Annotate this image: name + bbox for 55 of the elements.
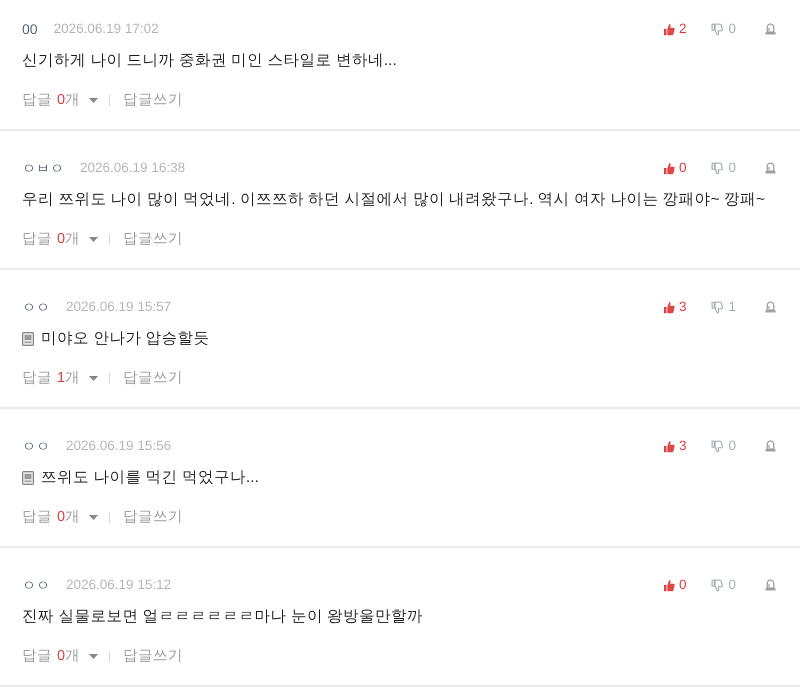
caret-down-icon bbox=[89, 654, 98, 658]
caret-down-icon bbox=[89, 98, 98, 102]
comment-author: ㅇㅇ bbox=[22, 437, 50, 455]
siren-icon[interactable] bbox=[765, 579, 776, 591]
like-button[interactable]: 3 bbox=[662, 298, 686, 316]
comment-author: 00 bbox=[22, 20, 38, 38]
write-reply-link[interactable]: 답글쓰기 bbox=[123, 369, 184, 387]
replies-toggle[interactable]: 답글 0개 bbox=[22, 508, 98, 526]
thumbs-down-icon bbox=[711, 300, 724, 314]
comment-text: 우리 쯔위도 나이 많이 먹었네. 이쯔쯔하 하던 시절에서 많이 내려왔구나. 역시 여자 나이는 깡패야~ 깡패~ bbox=[22, 190, 766, 210]
thumbs-up-icon bbox=[662, 440, 675, 452]
like-button[interactable]: 0 bbox=[662, 159, 686, 177]
write-reply-link[interactable]: 답글쓰기 bbox=[123, 647, 184, 665]
thumbs-down-icon bbox=[711, 22, 724, 36]
thumbs-up-icon bbox=[662, 162, 675, 174]
siren-icon[interactable] bbox=[765, 162, 776, 174]
comment-date: 2026.06.19 15:12 bbox=[66, 576, 172, 594]
siren-icon[interactable] bbox=[765, 23, 776, 35]
dislike-button[interactable]: 0 bbox=[711, 576, 736, 594]
thumbs-up-icon bbox=[662, 300, 675, 314]
comment-text: 쯔위도 나이를 먹긴 먹었구나... bbox=[41, 468, 259, 488]
comment-author: ㅇㅂㅇ bbox=[22, 159, 64, 177]
thumbs-up-icon bbox=[662, 578, 675, 592]
caret-down-icon bbox=[89, 376, 98, 380]
siren-icon[interactable] bbox=[765, 440, 776, 452]
replies-toggle[interactable]: 답글 0개 bbox=[22, 91, 98, 109]
write-reply-link[interactable]: 답글쓰기 bbox=[123, 91, 184, 109]
comment-date: 2026.06.19 17:02 bbox=[54, 20, 159, 38]
dislike-button[interactable]: 0 bbox=[711, 437, 736, 455]
thumbs-up-icon bbox=[662, 22, 675, 36]
comment-author: ㅇㅇ bbox=[22, 576, 50, 594]
like-button[interactable]: 3 bbox=[662, 437, 686, 455]
caret-down-icon bbox=[89, 236, 98, 242]
thumbs-down-icon bbox=[711, 440, 724, 452]
dislike-button[interactable]: 1 bbox=[711, 298, 736, 316]
dislike-button[interactable]: 0 bbox=[711, 159, 736, 177]
write-reply-link[interactable]: 답글쓰기 bbox=[123, 230, 184, 248]
siren-icon[interactable] bbox=[765, 301, 776, 313]
thumbs-down-icon bbox=[711, 578, 724, 592]
comment-date: 2026.06.19 16:38 bbox=[80, 159, 186, 177]
like-button[interactable]: 0 bbox=[662, 576, 686, 594]
write-reply-link[interactable]: 답글쓰기 bbox=[123, 508, 184, 526]
comment-date: 2026.06.19 15:57 bbox=[66, 298, 172, 316]
comment-author: ㅇㅇ bbox=[22, 298, 50, 316]
thumbs-down-icon bbox=[711, 162, 724, 174]
comment-date: 2026.06.19 15:56 bbox=[66, 437, 172, 455]
comment-text: 진짜 실물로보면 얼ㄹㄹㄹㄹㄹㄹ마나 눈이 왕방울만할까 bbox=[22, 607, 424, 627]
like-button[interactable]: 2 bbox=[662, 20, 686, 38]
comment-text: 미야오 안나가 압승할듯 bbox=[41, 329, 210, 349]
replies-toggle[interactable]: 답글 0개 bbox=[22, 230, 98, 248]
replies-toggle[interactable]: 답글 0개 bbox=[22, 647, 98, 665]
dislike-button[interactable]: 0 bbox=[711, 20, 736, 38]
comment-text: 신기하게 나이 드니까 중화권 미인 스타일로 변하네... bbox=[22, 51, 397, 71]
caret-down-icon bbox=[89, 514, 98, 520]
replies-toggle[interactable]: 답글 1개 bbox=[22, 369, 98, 387]
